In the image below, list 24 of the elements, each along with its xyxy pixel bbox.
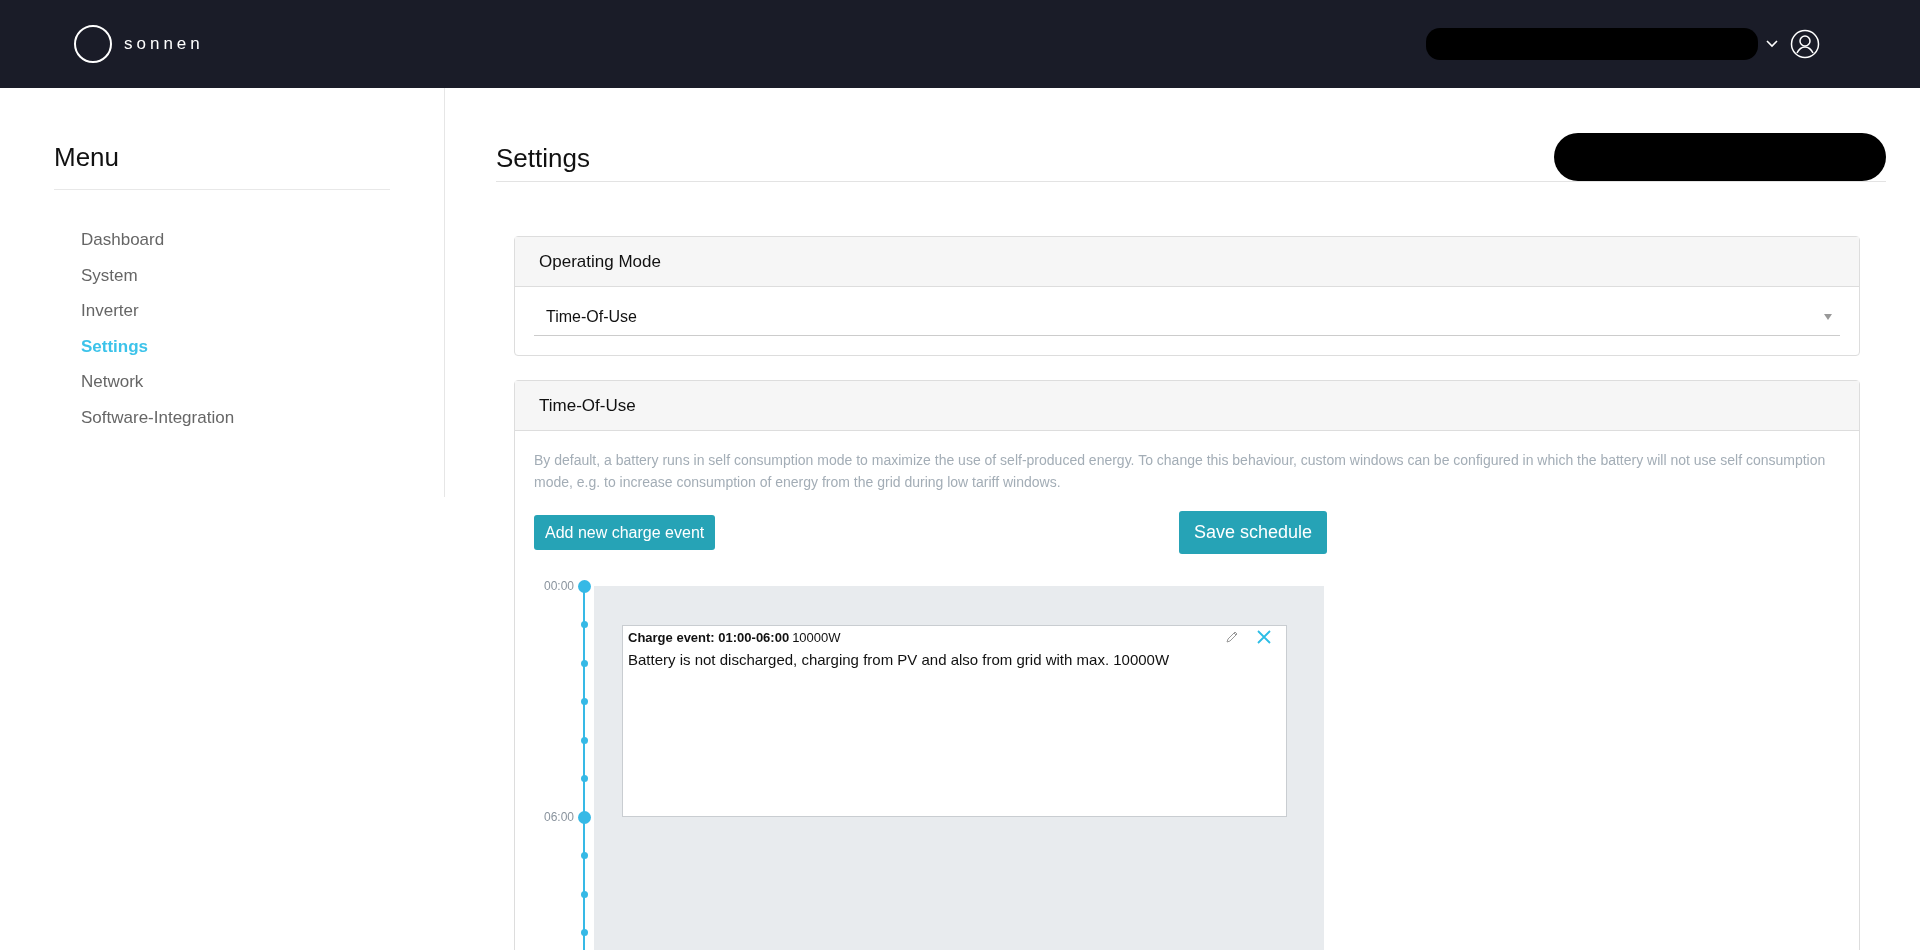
description-text: By default, a battery runs in self consumption mode to maximize the use of self-produced energy. To change this behaviour, custom windows can be configured in which the battery will not use self consumption mode, e.g. to increase consumption of energy from the grid during low tariff windows.: [534, 451, 1827, 492]
operating-mode-select[interactable]: Time-Of-Use: [534, 299, 1840, 336]
add-charge-event-button[interactable]: Add new charge event: [534, 515, 716, 550]
menu-item[interactable]: Software-Integration: [81, 399, 444, 435]
sonnen-logo[interactable]: sonnen: [74, 25, 204, 63]
time-label: 06:00: [543, 810, 574, 824]
card-title: Operating Mode: [515, 237, 1859, 287]
menu-item[interactable]: Dashboard: [81, 222, 444, 258]
save-schedule-button[interactable]: Save schedule: [1178, 511, 1327, 554]
menu-item[interactable]: Inverter: [81, 293, 444, 329]
charge-event-card[interactable]: Charge event: 01:00-06:00 10000W Battery is not discharged, charging from PV and also from grid with max. 10000W: [622, 625, 1287, 817]
event-description: Battery is not discharged, charging from PV and also from grid with max. 10000W: [628, 651, 1171, 668]
page-title: Settings: [496, 143, 590, 174]
event-title: Charge event: 01:00-06:00: [628, 629, 790, 645]
user-icon[interactable]: [1790, 29, 1820, 59]
menu-title: Menu: [54, 142, 390, 190]
menu-item[interactable]: System: [81, 257, 444, 293]
event-power: 10000W: [792, 629, 841, 645]
dropdown-arrow-icon: [1824, 314, 1832, 320]
edit-icon[interactable]: [1225, 630, 1239, 644]
chevron-down-icon[interactable]: [1766, 40, 1778, 48]
card-title: Time-Of-Use: [515, 381, 1859, 431]
time-label: 00:00: [543, 579, 574, 593]
menu-item[interactable]: Network: [81, 364, 444, 400]
